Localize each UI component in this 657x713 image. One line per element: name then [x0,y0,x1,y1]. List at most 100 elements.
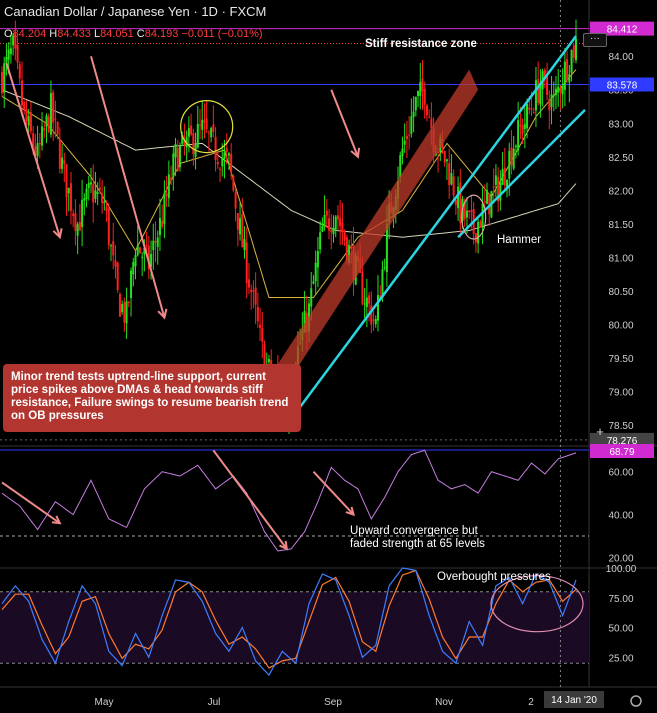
candle-body [323,214,326,225]
price-tick-label: 82.50 [608,153,633,164]
candle-body [69,183,72,211]
candle-body [18,64,21,79]
candle-body [85,188,88,200]
stoch-note: Overbought pressures [437,571,551,583]
candle-body [154,240,157,243]
candle-body [49,93,52,135]
price-tick-label: 84.00 [608,52,633,63]
price-chart-canvas[interactable]: 84.0083.5083.0082.5082.0081.5081.0080.50… [0,0,657,713]
candle-body [537,79,540,104]
rsi-tick-label: 20.00 [608,553,633,564]
candle-body [410,116,413,134]
candle-body [557,86,560,93]
candle-body [172,153,175,178]
candle-body [190,125,193,135]
stoch-band [0,591,589,664]
candle-body [566,59,569,80]
close-value: 84.193 [144,28,179,40]
rsi-note: Upward convergence but faded strength at… [350,525,485,551]
price-tick-label: 83.00 [608,119,633,130]
candle-body [330,229,333,233]
symbol-interval[interactable]: 1D [201,4,218,19]
candle-body [116,262,119,291]
candle-body [138,247,141,254]
symbol-title[interactable]: Canadian Dollar / Japanese Yen · 1D · FX… [4,4,266,19]
candle-body [519,124,522,127]
candle-body [23,101,26,109]
candle-body [118,293,121,317]
candle-body [203,120,206,123]
candle-body [205,118,208,130]
candle-body [163,193,166,224]
candle-body [448,163,451,186]
resistance-note: Stiff resistance zone [365,38,477,50]
high-value: 84.433 [57,28,91,40]
candle-body [428,117,431,119]
candle-body [58,139,61,169]
candle-body [196,123,199,148]
candle-body [81,199,84,227]
candle-body [134,254,137,267]
candle-body [546,75,549,95]
candle-body [219,168,222,170]
candle-body [445,159,448,162]
candle-body [156,237,159,247]
candle-body [21,80,24,106]
candle-body [403,140,406,145]
candle-body [368,295,371,304]
candle-body [56,121,59,135]
candle-body [550,94,553,108]
candle-body [176,147,179,172]
candle-body [225,147,228,153]
candle-body [450,173,453,185]
open-label: O [4,28,13,40]
candle-body [83,198,86,201]
candle-body [114,260,117,267]
candle-body [98,187,101,191]
candle-body [523,123,526,130]
candle-body [16,44,19,63]
candle-body [474,233,477,243]
candle-body [408,134,411,136]
time-tick-label: Nov [435,697,453,708]
candle-body [107,208,110,245]
candle-body [9,48,12,55]
candle-body [247,279,250,288]
candle-body [201,119,204,130]
candle-body [334,216,337,230]
price-tick-label: 78.50 [608,421,633,432]
candle-body [112,241,115,256]
chart-header: Canadian Dollar / Japanese Yen · 1D · FX… [4,4,266,19]
candle-body [319,232,322,250]
analysis-note: Minor trend tests uptrend-line support, … [3,364,301,432]
price-tick-label: 80.50 [608,287,633,298]
candle-body [465,210,468,218]
candle-body [221,157,224,167]
candle-body [548,98,551,111]
candle-body [339,218,342,227]
candle-body [101,193,104,204]
candle-body [350,246,353,249]
candle-body [127,301,130,303]
chart-stage: 84.0083.5083.0082.5082.0081.5081.0080.50… [0,0,657,713]
candle-body [74,213,77,231]
dma-long-line [1,89,577,238]
candle-body [345,236,348,260]
candle-body [312,281,315,284]
candle-body [170,177,173,181]
candle-body [256,306,259,322]
candle-body [43,127,46,131]
candle-body [412,111,415,118]
candle-body [52,92,55,123]
bearish-arrow [330,89,359,158]
candle-body [554,88,557,96]
candle-body [210,128,213,138]
candle-body [503,167,506,186]
candle-body [174,144,177,158]
candle-body [372,319,375,321]
candle-body [267,359,270,363]
candle-body [41,126,44,146]
candle-body [468,210,471,212]
more-options-button[interactable]: ··· [583,33,607,47]
candle-body [423,88,426,105]
